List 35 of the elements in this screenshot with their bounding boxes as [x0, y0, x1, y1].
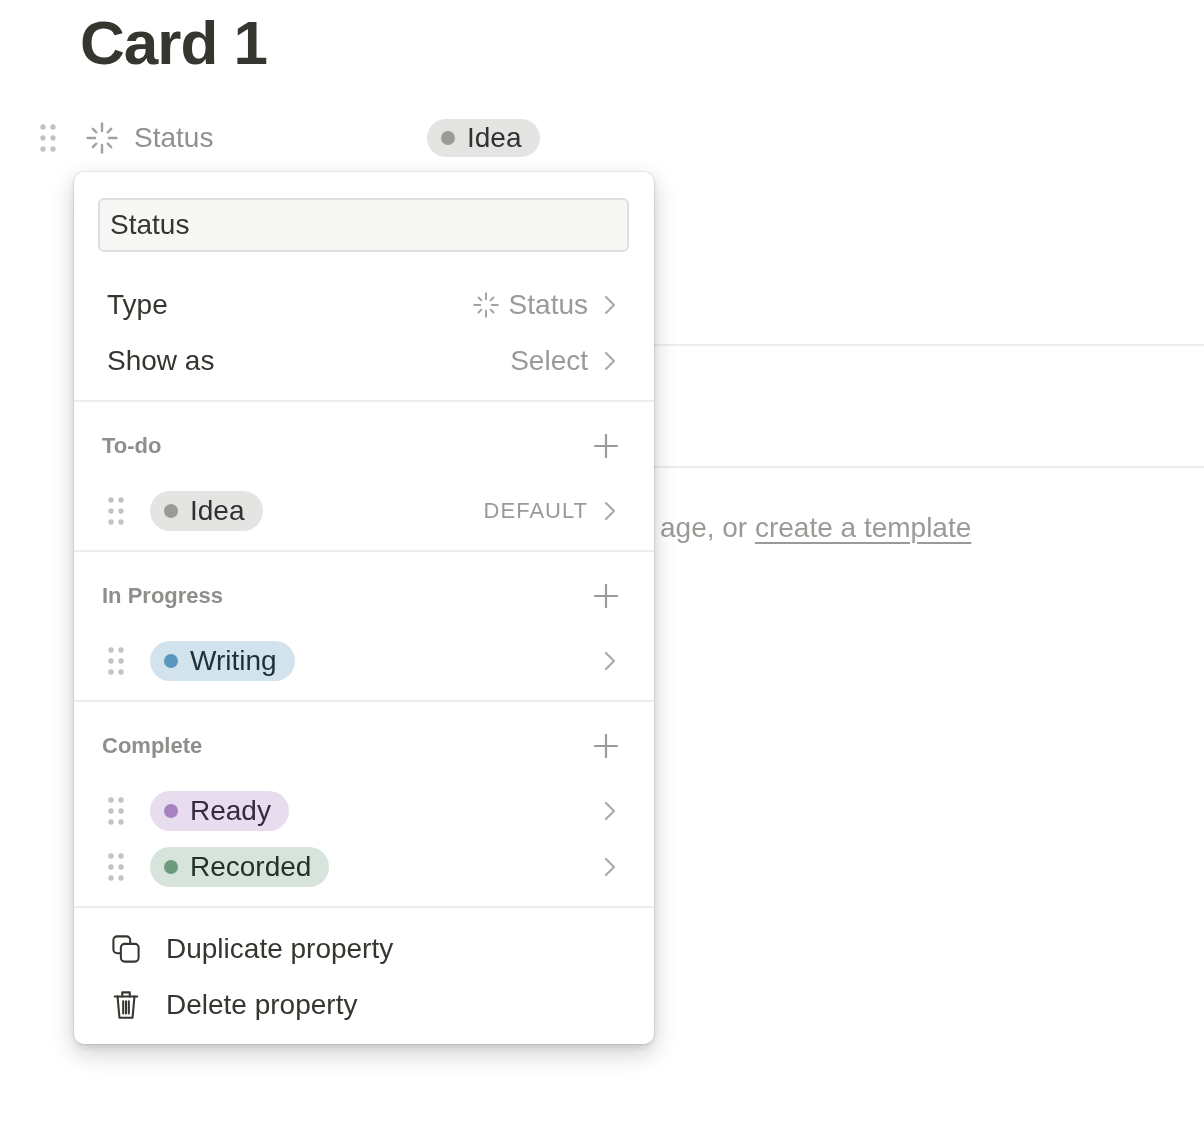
- default-label: DEFAULT: [483, 498, 588, 524]
- spinner-icon: [472, 292, 499, 318]
- status-pill[interactable]: Ready: [150, 791, 289, 831]
- drag-handle-icon[interactable]: [40, 124, 56, 152]
- plus-icon[interactable]: [594, 584, 618, 608]
- copy-icon: [112, 934, 140, 964]
- drag-handle-icon[interactable]: [108, 647, 124, 675]
- plus-icon[interactable]: [594, 434, 618, 458]
- group-label: To-do: [102, 433, 163, 459]
- group-label: Complete: [102, 733, 204, 759]
- chevron-right-icon[interactable]: [604, 295, 616, 315]
- spinner-icon: [86, 122, 118, 154]
- chevron-right-icon[interactable]: [604, 351, 616, 371]
- drag-handle-icon[interactable]: [108, 797, 124, 825]
- group-label: In Progress: [102, 583, 225, 609]
- status-pill[interactable]: Idea: [427, 119, 540, 157]
- menu-item[interactable]: Delete property: [74, 977, 654, 1033]
- menu-item[interactable]: Duplicate property: [74, 921, 654, 977]
- chevron-right-icon[interactable]: [604, 857, 616, 877]
- plus-icon[interactable]: [594, 734, 618, 758]
- trash-icon: [112, 990, 140, 1020]
- status-pill[interactable]: Writing: [150, 641, 295, 681]
- property-label: Status: [134, 122, 214, 154]
- page-title: Card 1: [80, 7, 268, 79]
- chevron-right-icon[interactable]: [604, 651, 616, 671]
- hint-text: age, or create a template: [660, 511, 973, 545]
- property-name-field[interactable]: Status: [98, 198, 629, 252]
- chevron-right-icon[interactable]: [604, 801, 616, 821]
- chevron-right-icon[interactable]: [604, 501, 616, 521]
- status-pill[interactable]: Idea: [150, 491, 263, 531]
- status-pill[interactable]: Recorded: [150, 847, 330, 887]
- drag-handle-icon[interactable]: [108, 497, 124, 525]
- setting-label: Show as: [107, 345, 216, 377]
- setting-label: Type: [107, 289, 169, 321]
- drag-handle-icon[interactable]: [108, 853, 124, 881]
